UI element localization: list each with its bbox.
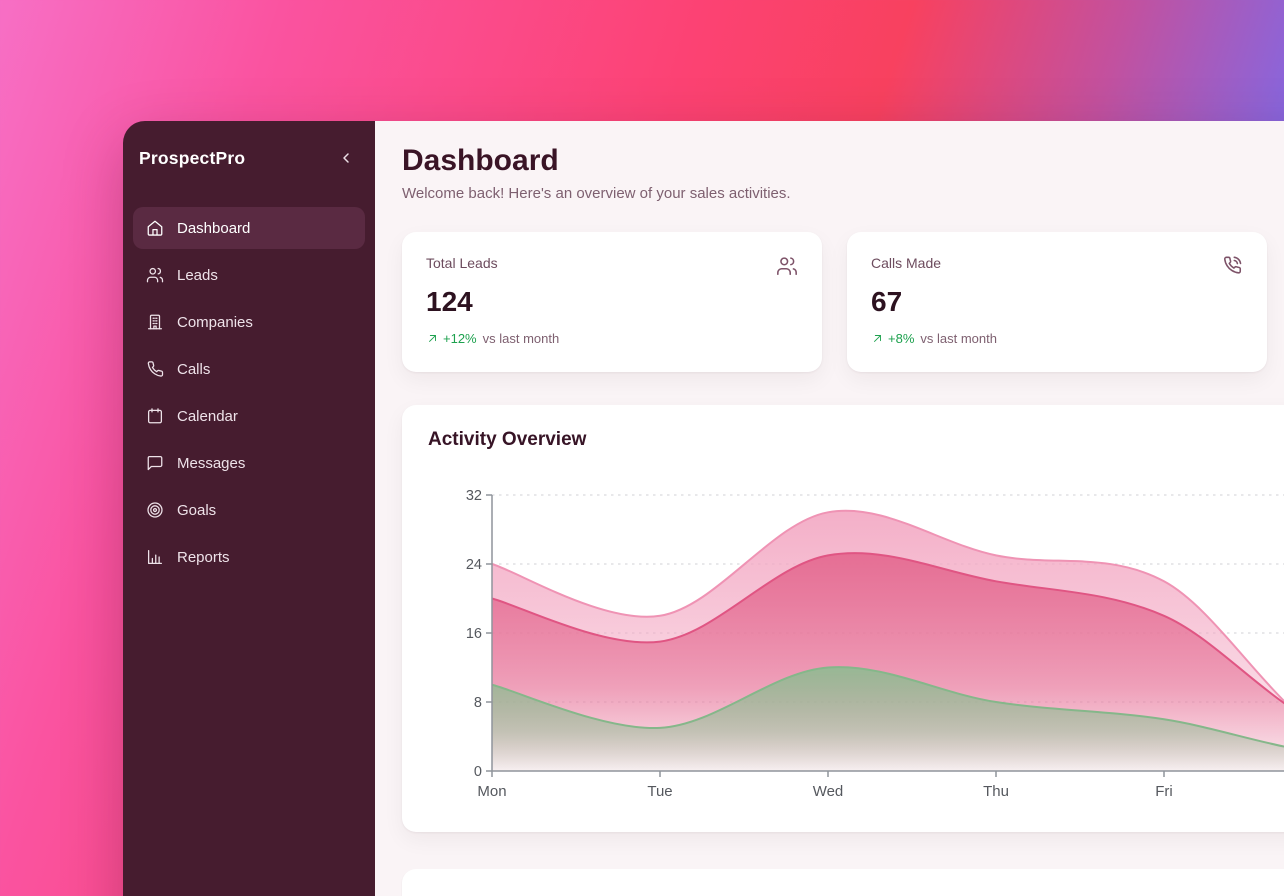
sidebar-item-calls[interactable]: Calls [133,348,365,390]
stat-card-total-leads: Total Leads 124 +12% vs last month [402,232,822,372]
sidebar-item-label: Leads [177,267,218,284]
sidebar-item-label: Dashboard [177,220,250,237]
stats-row: Total Leads124+12%vs last monthCalls Mad… [402,232,1284,372]
chart-title: Activity Overview [428,429,1284,451]
sidebar-item-label: Calls [177,361,210,378]
activity-overview-card: Activity Overview 0 8 16 24 32 Mon Tue Wed Thu Fr… [402,405,1284,832]
arrow-up-right-icon [426,332,439,345]
sidebar-item-label: Reports [177,549,230,566]
users-icon [776,255,798,277]
svg-text:Wed: Wed [813,783,844,800]
svg-text:Mon: Mon [477,783,506,800]
calendar-icon [146,407,164,425]
main-content: Dashboard Welcome back! Here's an overvi… [375,121,1284,896]
stat-trend: +8% vs last month [871,331,1243,346]
sidebar-item-reports[interactable]: Reports [133,536,365,578]
stat-change: +12% [443,331,477,346]
stat-card-header: Total Leads [426,255,798,277]
sidebar-item-goals[interactable]: Goals [133,489,365,531]
stat-change-note: vs last month [483,331,560,346]
sidebar-item-label: Companies [177,314,253,331]
app-logo-text: ProspectPro [139,148,245,169]
sidebar-collapse-button[interactable] [333,145,359,171]
page-title: Dashboard [402,143,1284,179]
stat-trend: +12% vs last month [426,331,798,346]
bar-chart-icon [146,548,164,566]
sidebar-header: ProspectPro [133,145,365,171]
stat-value: 124 [426,286,798,318]
message-square-icon [146,454,164,472]
sidebar-item-calendar[interactable]: Calendar [133,395,365,437]
sidebar-item-label: Goals [177,502,216,519]
sidebar: ProspectPro Dashboard Leads Companies Calls… [123,121,375,896]
phone-call-icon [1221,255,1243,277]
svg-text:32: 32 [466,488,482,504]
svg-text:24: 24 [466,557,482,573]
sidebar-item-label: Calendar [177,408,238,425]
svg-text:Tue: Tue [647,783,672,800]
sidebar-item-leads[interactable]: Leads [133,254,365,296]
building-icon [146,313,164,331]
stat-change-note: vs last month [920,331,997,346]
sidebar-item-dashboard[interactable]: Dashboard [133,207,365,249]
sidebar-nav: Dashboard Leads Companies Calls Calendar Mess… [133,207,365,578]
users-icon [146,266,164,284]
svg-text:0: 0 [474,764,482,780]
home-icon [146,219,164,237]
stat-value: 67 [871,286,1243,318]
partial-card [402,869,1284,896]
svg-text:Fri: Fri [1155,783,1173,800]
target-icon [146,501,164,519]
page-subtitle: Welcome back! Here's an overview of your… [402,185,1284,202]
stat-change: +8% [888,331,914,346]
sidebar-item-companies[interactable]: Companies [133,301,365,343]
app-window: ProspectPro Dashboard Leads Companies Calls… [123,121,1284,896]
stat-card-calls-made: Calls Made 67 +8% vs last month [847,232,1267,372]
chevron-left-icon [338,150,354,166]
sidebar-item-label: Messages [177,455,245,472]
arrow-up-right-icon [871,332,884,345]
stat-label: Calls Made [871,255,941,271]
activity-chart: 08162432MonTueWedThuFriSatSun [428,473,1284,807]
svg-text:8: 8 [474,695,482,711]
phone-icon [146,360,164,378]
svg-text:16: 16 [466,626,482,642]
stat-label: Total Leads [426,255,498,271]
sidebar-item-messages[interactable]: Messages [133,442,365,484]
svg-text:Thu: Thu [983,783,1009,800]
stat-card-header: Calls Made [871,255,1243,277]
